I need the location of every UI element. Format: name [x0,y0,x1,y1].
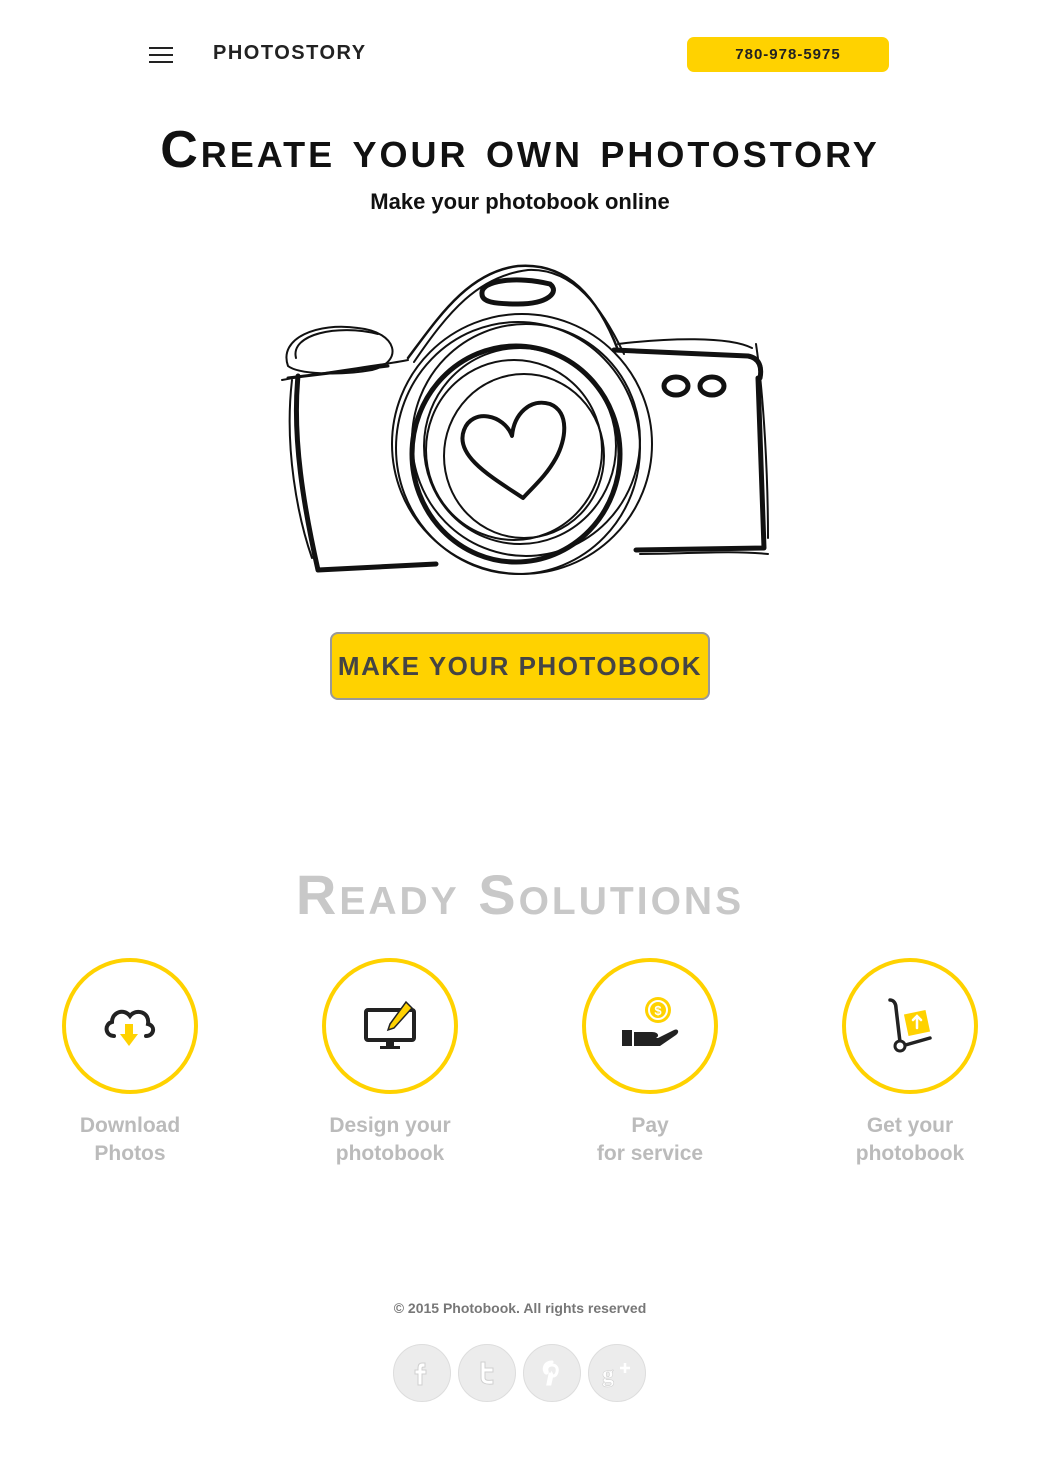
svg-text:$: $ [654,1003,662,1018]
hero-subtitle: Make your photobook online [370,189,670,214]
step-label-line2: photobook [855,1142,965,1165]
step-get[interactable]: Get your photobook [780,958,1040,1168]
step-label-line1: Design your [329,1114,451,1137]
twitter-icon[interactable] [458,1344,516,1402]
step-pay[interactable]: $ Pay for service [520,958,780,1168]
step-label-line2: Photos [94,1142,166,1165]
make-photobook-button[interactable]: MAKE YOUR PHOTOBOOK [330,632,710,700]
step-design[interactable]: Design your photobook [260,958,520,1168]
hero-title: Create your own photostory [160,121,880,179]
facebook-icon[interactable] [393,1344,451,1402]
section-title: Ready Solutions [295,863,745,926]
step-download[interactable]: Download Photos [0,958,260,1168]
camera-illustration [281,264,769,575]
copyright-text: © 2015 Photobook. All rights reserved [393,1300,647,1316]
pinterest-icon[interactable] [523,1344,581,1402]
step-icon-circle[interactable] [62,958,198,1094]
step-label-line2: photobook [335,1142,445,1165]
google-plus-icon[interactable]: g [588,1344,646,1402]
step-icon-circle[interactable]: $ [582,958,718,1094]
step-label-line1: Pay [631,1114,669,1137]
hand-coin-icon: $ [622,997,679,1046]
cloud-download-icon [104,1009,155,1046]
step-label-line2: for service [596,1142,704,1165]
svg-text:g: g [602,1362,614,1388]
phone-button[interactable]: 780-978-5975 [687,37,889,72]
step-label-line1: Download [79,1114,181,1137]
monitor-design-icon [364,1000,416,1049]
step-icon-circle[interactable] [322,958,458,1094]
step-label-line1: Get your [866,1114,954,1137]
brand-logo[interactable]: PHOTOSTORY [213,42,367,65]
step-icon-circle[interactable] [842,958,978,1094]
hand-truck-icon [888,998,932,1053]
menu-icon[interactable] [149,46,173,64]
